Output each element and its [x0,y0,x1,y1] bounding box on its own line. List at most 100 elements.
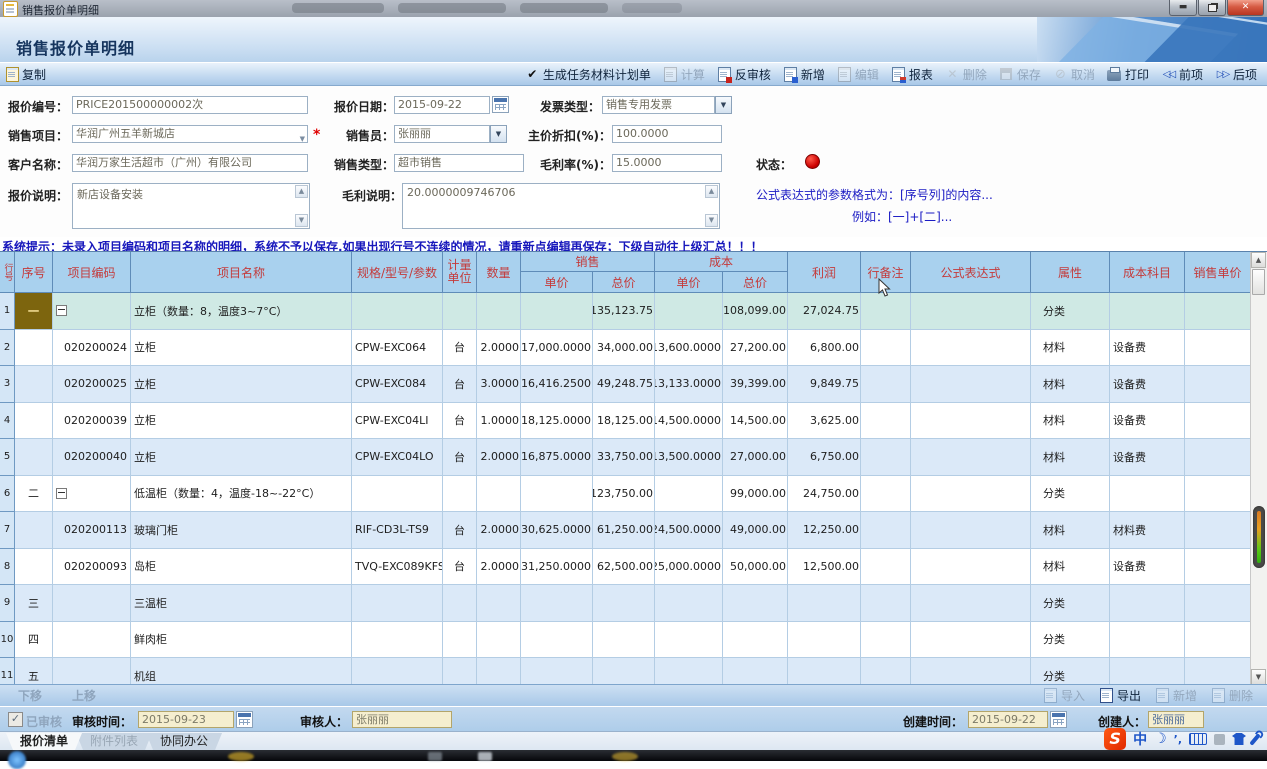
cell-sale-unit-price-2[interactable] [1185,622,1251,659]
cell-sale-total[interactable]: 49,248.75 [593,366,655,403]
taskbar-app-icon[interactable] [612,752,638,761]
cell-row-note[interactable] [861,658,911,685]
toolbar-action-前项[interactable]: ◁◁前项 [1161,66,1203,83]
scroll-up-icon[interactable]: ▲ [705,185,718,198]
grid-vertical-scrollbar[interactable]: ▲ ▼ [1250,252,1267,685]
cell-seq[interactable] [15,330,53,367]
cell-unit[interactable] [443,293,477,330]
cell-attr[interactable]: 分类 [1031,476,1110,513]
cell-attr[interactable]: 材料 [1031,366,1110,403]
cell-unit[interactable]: 台 [443,403,477,440]
cell-cost-unit-price[interactable] [655,658,723,685]
cell-row-no[interactable]: 7 [0,512,15,549]
cell-cost-total[interactable]: 50,000.00 [723,549,788,586]
keyboard-icon[interactable] [1189,733,1207,745]
cell-code[interactable]: 020200040 [53,439,131,476]
windows-taskbar[interactable] [0,750,1267,761]
creator-field[interactable]: 张丽丽 [1148,711,1204,728]
cell-cost-unit-price[interactable]: 25,000.0000 [655,549,723,586]
cell-unit[interactable]: 台 [443,366,477,403]
col-header-sale-unit-price[interactable]: 单价 [521,272,593,293]
col-group-sale[interactable]: 销售 单价 总价 [521,252,655,293]
tab-协同办公[interactable]: 协同办公 [146,733,222,750]
cell-cost-total[interactable]: 27,000.00 [723,439,788,476]
audit-time-field[interactable]: 2015-09-23 [138,711,234,728]
cell-row-no[interactable]: 8 [0,549,15,586]
cell-row-note[interactable] [861,585,911,622]
toolbar-action-打印[interactable]: 打印 [1107,66,1149,83]
cell-attr[interactable]: 材料 [1031,512,1110,549]
cell-cost-unit-price[interactable] [655,293,723,330]
cell-spec[interactable]: CPW-EXC064 [352,330,443,367]
wrench-icon[interactable] [1249,733,1260,746]
taskbar-app-icon[interactable] [478,752,492,761]
cell-attr[interactable]: 材料 [1031,403,1110,440]
cell-cost-unit-price[interactable] [655,585,723,622]
cell-spec[interactable] [352,293,443,330]
cell-code[interactable] [53,622,131,659]
cell-spec[interactable]: CPW-EXC04LI [352,403,443,440]
table-row[interactable]: 4020200039立柜CPW-EXC04LI台1.000018,125.000… [0,403,1251,440]
cell-cost-total[interactable] [723,658,788,685]
cell-cost-subject[interactable]: 设备费 [1110,549,1185,586]
cell-sale-unit-price-2[interactable] [1185,403,1251,440]
cell-profit[interactable] [788,622,861,659]
cell-seq[interactable] [15,403,53,440]
col-header-code[interactable]: 项目编码 [53,252,131,293]
cell-name[interactable]: 三温柜 [131,585,352,622]
cell-spec[interactable]: CPW-EXC084 [352,366,443,403]
cell-profit[interactable]: 3,625.00 [788,403,861,440]
cell-qty[interactable] [477,658,521,685]
cell-row-no[interactable]: 4 [0,403,15,440]
cell-name[interactable]: 立柜 [131,403,352,440]
cell-row-no[interactable]: 10 [0,622,15,659]
ime-moon-icon[interactable]: ☽ [1154,731,1167,747]
margin-note-textarea[interactable]: 20.0000009746706 ▲ ▼ [402,183,720,229]
cell-formula[interactable] [911,622,1031,659]
cell-row-no[interactable]: 5 [0,439,15,476]
cell-attr[interactable]: 材料 [1031,549,1110,586]
col-header-attr[interactable]: 属性 [1031,252,1110,293]
toolbar-action-后项[interactable]: ▷▷后项 [1215,66,1257,83]
cell-name[interactable]: 立柜 [131,366,352,403]
cell-qty[interactable] [477,622,521,659]
taskbar-app-icon[interactable] [228,752,254,761]
cell-row-note[interactable] [861,293,911,330]
table-row[interactable]: 5020200040立柜CPW-EXC04LO台2.000016,875.000… [0,439,1251,476]
toolbar-action-报表[interactable]: 报表 [891,66,933,83]
cell-attr[interactable]: 材料 [1031,330,1110,367]
cell-code[interactable] [53,585,131,622]
ime-language-toggle[interactable]: 中 [1133,729,1147,749]
quote-no-field[interactable]: PRICE201500000002次 [72,96,308,114]
cell-cost-total[interactable]: 14,500.00 [723,403,788,440]
cell-formula[interactable] [911,293,1031,330]
col-header-row-no[interactable]: 行号 [0,252,15,293]
toolbar-action-生成任务材料计划单[interactable]: ✔生成任务材料计划单 [525,66,651,83]
cell-formula[interactable] [911,439,1031,476]
chevron-down-icon[interactable]: ▼ [490,125,507,143]
cell-sale-unit-price[interactable] [521,622,593,659]
cell-sale-total[interactable]: 33,750.00 [593,439,655,476]
col-header-unit[interactable]: 计量单位 [443,252,477,293]
cell-row-no[interactable]: 3 [0,366,15,403]
cell-code[interactable] [53,293,131,330]
cell-formula[interactable] [911,658,1031,685]
cell-name[interactable]: 低温柜（数量：4，温度-18~-22°C） [131,476,352,513]
sales-project-select[interactable]: 华润广州五羊新城店 ▼ [72,125,308,143]
cell-seq[interactable]: 二 [15,476,53,513]
cell-cost-total[interactable]: 49,000.00 [723,512,788,549]
cell-qty[interactable] [477,293,521,330]
cell-profit[interactable] [788,585,861,622]
cell-cost-subject[interactable]: 设备费 [1110,403,1185,440]
table-row[interactable]: 8020200093岛柜TVQ-EXC089KFSD台2.000031,250.… [0,549,1251,586]
cell-cost-subject[interactable]: 材料费 [1110,512,1185,549]
cell-sale-total[interactable]: 135,123.75 [593,293,655,330]
cell-formula[interactable] [911,585,1031,622]
cell-formula[interactable] [911,512,1031,549]
table-row[interactable]: 6二低温柜（数量：4，温度-18~-22°C）123,750.0099,000.… [0,476,1251,513]
cell-qty[interactable]: 1.0000 [477,403,521,440]
cell-cost-unit-price[interactable] [655,622,723,659]
cell-row-no[interactable]: 6 [0,476,15,513]
cell-cost-subject[interactable]: 设备费 [1110,366,1185,403]
calendar-icon[interactable] [492,96,509,113]
